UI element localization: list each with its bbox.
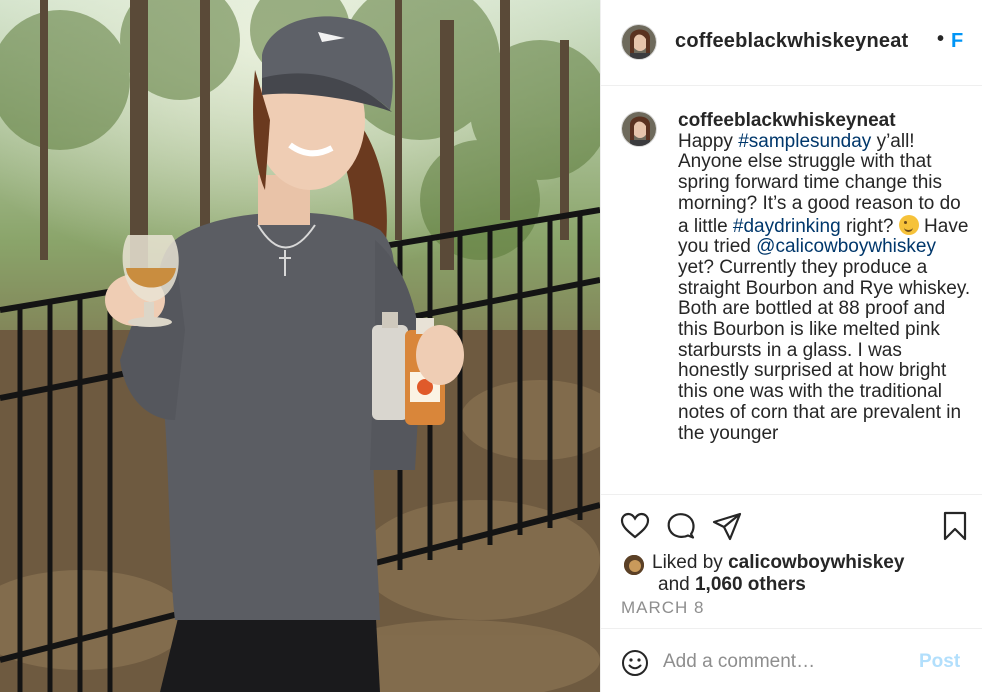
caption-segment: yet? Currently they produce a straight B… xyxy=(678,256,971,444)
post-photo-image xyxy=(0,0,600,692)
avatar-image xyxy=(622,25,656,59)
mention-link[interactable]: @calicowboywhiskey xyxy=(756,236,936,257)
action-bar xyxy=(601,510,982,546)
comment-bar: Post xyxy=(601,628,982,692)
winking-face-emoji-icon xyxy=(898,214,919,235)
caption-segment: right? xyxy=(840,215,899,237)
liked-by-prefix: Liked by xyxy=(652,552,723,573)
comment-bubble-icon[interactable] xyxy=(665,510,697,542)
caption-avatar[interactable] xyxy=(621,111,657,147)
post-comment-button[interactable]: Post xyxy=(919,651,960,673)
liked-by-user-link[interactable]: calicowboywhiskey xyxy=(728,552,904,573)
post-photo[interactable] xyxy=(0,0,600,692)
post-header: coffeeblackwhiskeyneat • F xyxy=(601,0,982,86)
header-separator: • xyxy=(937,28,945,50)
hashtag-link[interactable]: #samplesunday xyxy=(738,131,871,152)
post-date[interactable]: MARCH 8 xyxy=(621,598,705,618)
liker-avatar[interactable] xyxy=(623,554,645,576)
likes-and: and xyxy=(658,574,690,595)
bookmark-icon[interactable] xyxy=(939,510,971,542)
paper-plane-icon[interactable] xyxy=(711,510,743,542)
caption-segment: Happy xyxy=(678,130,739,152)
caption-text: coffeeblackwhiskeyneat Happy #samplesunda… xyxy=(678,110,974,444)
heart-icon[interactable] xyxy=(619,510,651,542)
header-username[interactable]: coffeeblackwhiskeyneat xyxy=(675,30,908,53)
avatar-image xyxy=(622,112,656,146)
avatar[interactable] xyxy=(621,24,657,60)
likes-others-link[interactable]: 1,060 others xyxy=(695,574,806,595)
emoji-picker-icon[interactable] xyxy=(621,649,649,677)
post-side-panel: coffeeblackwhiskeyneat • F coffeeblackwh… xyxy=(600,0,982,692)
caption-username[interactable]: coffeeblackwhiskeyneat xyxy=(678,110,974,132)
caption-section: coffeeblackwhiskeyneat Happy #samplesunda… xyxy=(601,87,982,495)
follow-button[interactable]: F xyxy=(951,30,963,53)
hashtag-link[interactable]: #daydrinking xyxy=(733,216,841,237)
comment-input[interactable] xyxy=(663,645,903,679)
